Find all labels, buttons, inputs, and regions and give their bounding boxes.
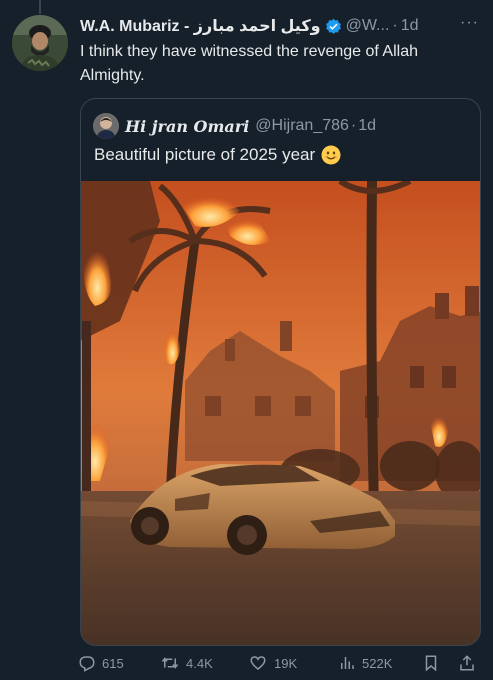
bookmark-button[interactable] bbox=[422, 652, 446, 674]
share-icon bbox=[460, 655, 474, 671]
quote-avatar bbox=[93, 113, 119, 139]
quote-time: 1d bbox=[358, 117, 377, 134]
repost-count: 4.4K bbox=[186, 655, 213, 671]
thread-line bbox=[39, 0, 41, 14]
quote-text: Beautiful picture of 2025 year bbox=[94, 145, 316, 164]
quote-text-row: Beautiful picture of 2025 year bbox=[94, 145, 341, 165]
author-name[interactable]: W.A. Mubariz - وکیل احمد مبارز bbox=[80, 16, 321, 36]
views-icon bbox=[341, 657, 354, 669]
quote-header: Hi jran Omari @Hijran_786 · 1d bbox=[93, 113, 376, 139]
tweet-time[interactable]: 1d bbox=[401, 17, 419, 35]
reply-count: 615 bbox=[102, 655, 124, 671]
tweet-text: I think they have witnessed the revenge … bbox=[80, 43, 418, 84]
separator-dot: · bbox=[392, 17, 398, 34]
more-icon[interactable]: ··· bbox=[460, 14, 479, 32]
quoted-tweet[interactable]: Hi jran Omari @Hijran_786 · 1d Beautiful… bbox=[80, 98, 481, 646]
reply-icon bbox=[79, 656, 95, 672]
share-button[interactable] bbox=[458, 652, 482, 674]
like-button[interactable]: 19K bbox=[248, 652, 297, 674]
tweet-header: W.A. Mubariz - وکیل احمد مبارز @W... · 1… bbox=[80, 14, 485, 38]
like-icon bbox=[250, 656, 266, 670]
smile-emoji bbox=[321, 145, 341, 165]
author-avatar[interactable] bbox=[12, 15, 68, 71]
views-button[interactable]: 522K bbox=[338, 652, 392, 674]
reply-button[interactable]: 615 bbox=[78, 652, 124, 674]
tweet-actions: 615 4.4K 19K 522K bbox=[78, 652, 486, 674]
bookmark-icon bbox=[425, 655, 437, 672]
like-count: 19K bbox=[274, 655, 298, 671]
quote-author-name: Hi jran Omari bbox=[125, 116, 250, 136]
verified-icon bbox=[325, 18, 341, 34]
fire-photo[interactable] bbox=[80, 181, 481, 646]
repost-button[interactable]: 4.4K bbox=[160, 652, 213, 674]
separator-dot: · bbox=[350, 117, 357, 134]
author-handle[interactable]: @W... bbox=[346, 17, 390, 35]
views-count: 522K bbox=[362, 655, 393, 671]
quote-author-handle: @Hijran_786 bbox=[255, 117, 349, 134]
repost-icon bbox=[161, 657, 179, 669]
